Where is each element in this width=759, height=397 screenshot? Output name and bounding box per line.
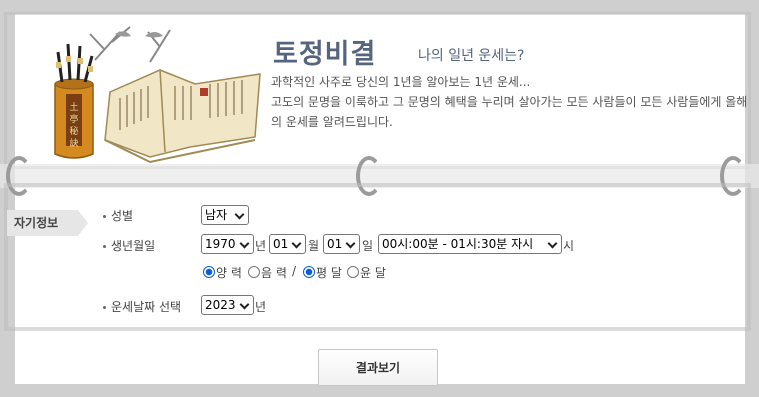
view-result-button[interactable]: 결과보기 bbox=[318, 349, 438, 386]
page-title: 토정비결 bbox=[273, 39, 377, 70]
leap-month-radio[interactable] bbox=[347, 266, 359, 278]
pot-label-char: 訣 bbox=[69, 137, 78, 149]
time-unit: 시 bbox=[563, 239, 575, 253]
fortune-year-unit: 년 bbox=[255, 300, 267, 314]
bullet-icon bbox=[103, 245, 106, 248]
binder-ring-icon bbox=[6, 156, 32, 196]
solar-calendar-label: 양 력 bbox=[216, 266, 242, 280]
fortune-date-label: 운세날짜 선택 bbox=[103, 298, 181, 315]
normal-month-radio[interactable] bbox=[303, 266, 315, 278]
gender-label: 성별 bbox=[103, 207, 133, 224]
birth-time-select[interactable]: 00시:00분 - 01시:30분 자시 bbox=[378, 234, 562, 254]
book-and-brush-illustration: 土 亭 秘 訣 bbox=[54, 26, 261, 164]
birth-month-select[interactable]: 01 bbox=[269, 234, 306, 254]
pot-label-char: 亭 bbox=[69, 113, 78, 125]
section-tag-profile: 자기정보 bbox=[7, 210, 88, 236]
fortune-date-label-text: 운세날짜 선택 bbox=[111, 300, 182, 314]
day-unit: 일 bbox=[362, 239, 374, 253]
month-unit: 월 bbox=[308, 239, 320, 253]
binder-ring-icon bbox=[356, 156, 382, 196]
birth-day-select[interactable]: 01 bbox=[323, 234, 360, 254]
lunar-calendar-label: 음 력 bbox=[261, 266, 287, 280]
pot-label-char: 土 bbox=[69, 101, 78, 113]
leap-month-label: 윤 달 bbox=[360, 266, 386, 280]
normal-month-label: 평 달 bbox=[316, 266, 342, 280]
page-description: 과학적인 사주로 당신의 1년을 알아보는 1년 운세... 고도의 문명을 이… bbox=[271, 72, 749, 132]
bullet-icon bbox=[103, 215, 106, 218]
separator-slash: / bbox=[292, 264, 297, 278]
year-unit: 년 bbox=[255, 239, 267, 253]
birth-year-select[interactable]: 1970 bbox=[201, 234, 254, 254]
pot-label-char: 秘 bbox=[69, 125, 78, 137]
gender-label-text: 성별 bbox=[111, 209, 134, 223]
birth-date-label: 생년월일 bbox=[103, 237, 155, 254]
gender-select[interactable]: 남자 bbox=[201, 205, 249, 225]
fortune-year-select[interactable]: 2023 bbox=[201, 295, 254, 315]
birth-date-label-text: 생년월일 bbox=[111, 239, 156, 253]
description-line: 고도의 문명을 이룩하고 그 문명의 혜택을 누리며 살아가는 모든 사람들이 … bbox=[271, 95, 748, 129]
page-subtitle: 나의 일년 운세는? bbox=[418, 48, 525, 64]
bullet-icon bbox=[103, 306, 106, 309]
binder-ring-icon bbox=[720, 156, 746, 196]
description-line: 과학적인 사주로 당신의 1년을 알아보는 1년 운세... bbox=[271, 75, 531, 89]
lunar-calendar-radio[interactable] bbox=[248, 266, 260, 278]
solar-calendar-radio[interactable] bbox=[203, 266, 215, 278]
